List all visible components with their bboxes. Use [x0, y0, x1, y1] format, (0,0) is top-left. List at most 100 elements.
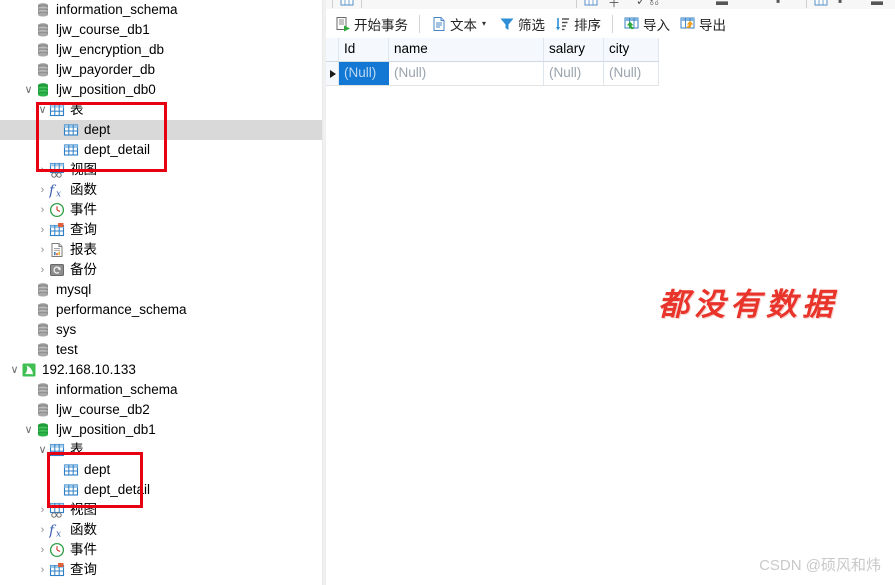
tree-item-[interactable]: ∨ 表 [0, 100, 322, 120]
object-tree[interactable]: information_schema ljw_course_db1 ljw_en… [0, 0, 322, 580]
tree-item-ljw_payorder_db[interactable]: ljw_payorder_db [0, 60, 322, 80]
database-icon [35, 302, 51, 318]
tree-item-[interactable]: › f x 函数 [0, 520, 322, 540]
sort-button[interactable]: 排序 [550, 12, 606, 36]
chevron-right-icon[interactable]: › [36, 240, 49, 260]
cell-id[interactable]: (Null) [339, 62, 389, 85]
clipped-label-c: ▬ [716, 0, 728, 8]
tree-item-[interactable]: › 视图 [0, 500, 322, 520]
cell-salary[interactable]: (Null) [544, 62, 604, 85]
database-icon [35, 402, 51, 418]
cell-name[interactable]: (Null) [389, 62, 544, 85]
clipped-label-e: ▪ [838, 0, 843, 8]
chevron-right-icon[interactable]: › [36, 220, 49, 240]
database-icon [35, 322, 51, 338]
chevron-right-icon[interactable]: › [36, 520, 49, 540]
cell-city[interactable]: (Null) [604, 62, 659, 85]
import-button[interactable]: 导入 [619, 12, 675, 36]
clipped-label-d: ▪ [776, 0, 781, 8]
export-icon [680, 16, 696, 32]
filter-label: 筛选 [518, 17, 546, 33]
chevron-down-icon[interactable]: ∨ [22, 420, 35, 440]
mysql-connection-icon [21, 362, 37, 378]
tree-twisty-placeholder [50, 120, 63, 140]
tree-item-information_schema[interactable]: information_schema [0, 380, 322, 400]
chevron-down-icon[interactable]: ∨ [36, 440, 49, 460]
tree-item-dept_detail[interactable]: dept_detail [0, 140, 322, 160]
chevron-right-icon[interactable]: › [36, 180, 49, 200]
clipped-label-b: ✓ ⎌ [636, 0, 659, 8]
tree-item-dept_detail[interactable]: dept_detail [0, 480, 322, 500]
column-header-name[interactable]: name [389, 38, 544, 61]
tree-item-[interactable]: › 视图 [0, 160, 322, 180]
event-clock-icon [49, 542, 65, 558]
grid-row-gutter[interactable] [326, 62, 339, 85]
object-tree-panel[interactable]: information_schema ljw_course_db1 ljw_en… [0, 0, 322, 585]
tree-item-[interactable]: › f x 函数 [0, 180, 322, 200]
event-clock-icon [49, 202, 65, 218]
annotation-red-note: 都没有数据 [658, 287, 838, 323]
tree-item-[interactable]: › 事件 [0, 540, 322, 560]
chevron-down-icon[interactable]: ∨ [8, 360, 21, 380]
tree-item-label: 报表 [70, 242, 97, 257]
table-icon [63, 462, 79, 478]
tree-item-dept[interactable]: dept [0, 120, 322, 140]
text-view-button[interactable]: 文本 ▾ [426, 12, 491, 36]
tree-item-ljw_encryption_db[interactable]: ljw_encryption_db [0, 40, 322, 60]
data-grid[interactable]: Id name salary city (Null) (Null) (Null)… [326, 38, 659, 86]
clipped-label-f: ▬ [871, 0, 883, 8]
export-button[interactable]: 导出 [675, 12, 731, 36]
tree-item-label: test [56, 342, 78, 357]
function-icon: fx [48, 522, 65, 540]
tree-item-sys[interactable]: sys [0, 320, 322, 340]
filter-button[interactable]: 筛选 [494, 12, 550, 36]
tree-item-[interactable]: › 报表 [0, 240, 322, 260]
column-header-city[interactable]: city [604, 38, 659, 61]
tree-item-label: 备份 [70, 262, 97, 277]
tree-item-label: ljw_encryption_db [56, 42, 165, 57]
tree-item-[interactable]: › 事件 [0, 200, 322, 220]
tree-item-19216810133[interactable]: ∨ 192.168.10.133 [0, 360, 322, 380]
tree-item-[interactable]: › 查询 [0, 560, 322, 580]
grid-columns-icon[interactable] [584, 0, 598, 7]
tree-item-[interactable]: › 备份 [0, 260, 322, 280]
tree-item-ljw_course_db1[interactable]: ljw_course_db1 [0, 20, 322, 40]
chevron-right-icon[interactable]: › [36, 200, 49, 220]
sort-label: 排序 [574, 17, 602, 33]
tree-item-[interactable]: › 查询 [0, 220, 322, 240]
tree-item-ljw_course_db2[interactable]: ljw_course_db2 [0, 400, 322, 420]
chevron-right-icon[interactable]: › [36, 500, 49, 520]
tree-twisty-placeholder [50, 140, 63, 160]
tree-item-performance_schema[interactable]: performance_schema [0, 300, 322, 320]
tree-item-ljw_position_db1[interactable]: ∨ ljw_position_db1 [0, 420, 322, 440]
column-header-salary[interactable]: salary [544, 38, 604, 61]
chevron-down-icon[interactable]: ∨ [22, 80, 35, 100]
tree-item-mysql[interactable]: mysql [0, 280, 322, 300]
chevron-right-icon[interactable]: › [36, 560, 49, 580]
tree-twisty-placeholder [22, 340, 35, 360]
tables-folder-icon [49, 442, 65, 458]
chevron-down-icon[interactable]: ▾ [482, 19, 486, 28]
chevron-right-icon[interactable]: › [36, 260, 49, 280]
table-row[interactable]: (Null) (Null) (Null) (Null) [326, 62, 659, 85]
tree-item-[interactable]: ∨ 表 [0, 440, 322, 460]
database-icon [35, 282, 51, 298]
current-row-marker-icon [329, 69, 336, 78]
chevron-right-icon[interactable]: › [36, 160, 49, 180]
text-view-label: 文本 [450, 17, 477, 33]
tree-twisty-placeholder [22, 60, 35, 80]
begin-transaction-button[interactable]: 开始事务 [330, 12, 413, 36]
grid-export-icon[interactable] [814, 0, 828, 7]
tree-item-information_schema[interactable]: information_schema [0, 0, 322, 20]
tree-item-dept[interactable]: dept [0, 460, 322, 480]
chevron-down-icon[interactable]: ∨ [36, 100, 49, 120]
tree-item-test[interactable]: test [0, 340, 322, 360]
tree-item-ljw_position_db0[interactable]: ∨ ljw_position_db0 [0, 80, 322, 100]
tree-item-label: mysql [56, 282, 92, 297]
tree-item-label: ljw_payorder_db [56, 62, 156, 77]
data-toolbar[interactable]: 开始事务 文本 ▾ 筛选 排序 导入 导出 [326, 9, 895, 38]
clipped-label-a: ＋ [608, 0, 621, 8]
chevron-right-icon[interactable]: › [36, 540, 49, 560]
grid-view-icon[interactable] [340, 0, 354, 7]
column-header-id[interactable]: Id [339, 38, 389, 61]
